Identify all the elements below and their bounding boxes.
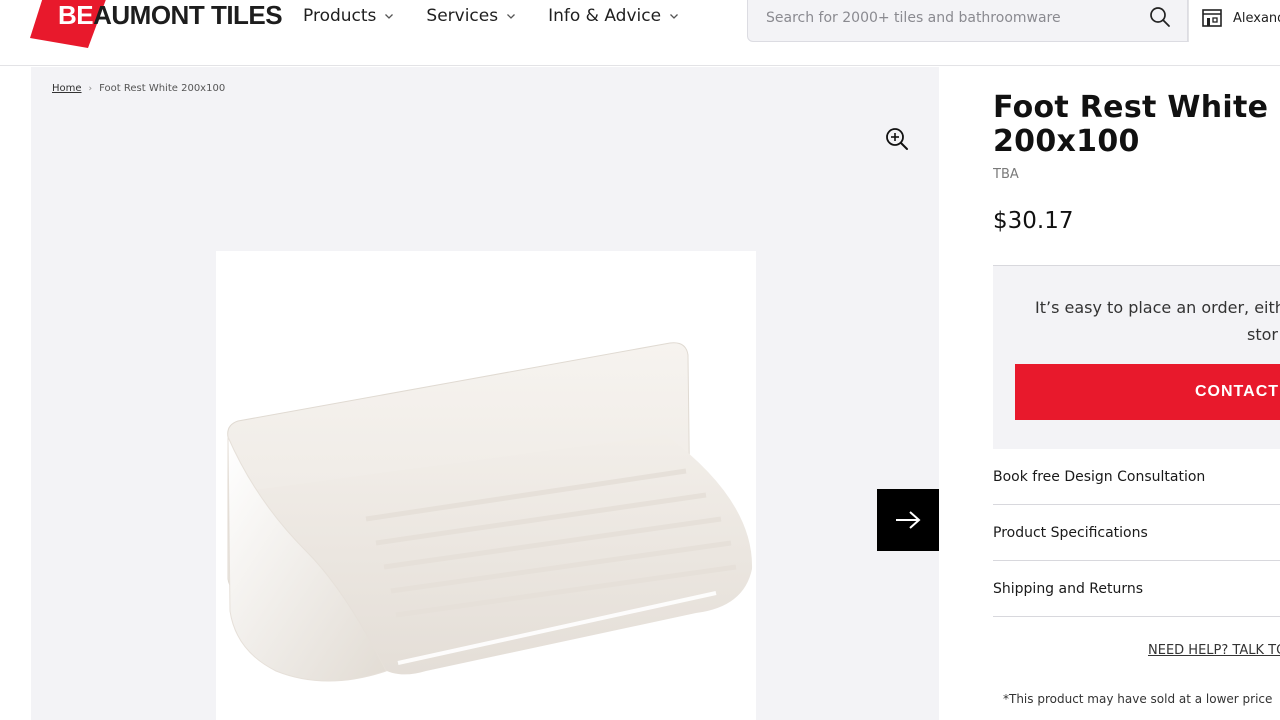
product-details-panel: Foot Rest White 200x100 TBA $30.17 It’s … — [993, 67, 1280, 720]
store-icon — [1202, 9, 1222, 27]
accordion-product-specifications[interactable]: Product Specifications — [993, 505, 1280, 561]
breadcrumb-current: Foot Rest White 200x100 — [99, 83, 226, 94]
order-info-text: It’s easy to place an order, eith stor — [1035, 294, 1280, 348]
product-sku: TBA — [993, 167, 1019, 182]
chevron-down-icon — [385, 14, 394, 19]
order-info-line-2: stor — [1247, 325, 1278, 344]
accordion-shipping-returns[interactable]: Shipping and Returns — [993, 561, 1280, 617]
store-selector[interactable]: Alexand — [1188, 0, 1280, 42]
foot-rest-illustration — [227, 342, 753, 682]
product-gallery: Home › Foot Rest White 200x100 — [31, 67, 939, 720]
accordion-label: Product Specifications — [993, 524, 1148, 541]
logo-text: BEAUMONT TILES — [58, 0, 283, 31]
accordion-label: Book free Design Consultation — [993, 468, 1206, 485]
search-bar — [747, 0, 1188, 42]
store-label: Alexand — [1233, 10, 1280, 26]
breadcrumb-separator: › — [88, 83, 93, 94]
search-input[interactable] — [748, 0, 1138, 41]
zoom-in-icon[interactable] — [884, 126, 910, 152]
logo-text-part-2: AUMONT TILES — [93, 0, 283, 30]
site-header: BEAUMONT TILES Products Services Info & … — [0, 0, 1280, 66]
breadcrumb-home-link[interactable]: Home — [52, 83, 82, 94]
chevron-down-icon — [670, 14, 679, 19]
nav-item-label: Services — [426, 6, 499, 26]
nav-item-label: Info & Advice — [548, 6, 662, 26]
nav-item-services[interactable]: Services — [426, 4, 516, 28]
product-title: Foot Rest White 200x100 — [993, 90, 1269, 159]
arrow-right-icon — [896, 511, 921, 529]
product-price: $30.17 — [993, 208, 1074, 234]
contact-button[interactable]: CONTACT A — [1015, 364, 1280, 420]
order-info-line-1: It’s easy to place an order, eith — [1035, 298, 1280, 317]
breadcrumb: Home › Foot Rest White 200x100 — [52, 83, 225, 94]
product-image[interactable] — [216, 251, 756, 720]
search-icon[interactable] — [1149, 6, 1171, 28]
nav-item-label: Products — [303, 6, 377, 26]
main-nav: Products Services Info & Advice — [303, 4, 711, 28]
nav-item-info-advice[interactable]: Info & Advice — [548, 4, 679, 28]
logo-text-part-1: BE — [58, 0, 94, 30]
need-help-link[interactable]: NEED HELP? TALK TO — [1148, 643, 1280, 658]
chevron-down-icon — [507, 14, 516, 19]
nav-item-products[interactable]: Products — [303, 4, 394, 28]
accordion-design-consultation[interactable]: Book free Design Consultation — [993, 449, 1280, 505]
accordion-label: Shipping and Returns — [993, 580, 1144, 597]
price-disclaimer: *This product may have sold at a lower p… — [1003, 692, 1273, 706]
order-info-box: It’s easy to place an order, eith stor C… — [993, 265, 1280, 449]
brand-logo[interactable]: BEAUMONT TILES — [30, 0, 283, 48]
next-image-button[interactable] — [877, 489, 939, 551]
